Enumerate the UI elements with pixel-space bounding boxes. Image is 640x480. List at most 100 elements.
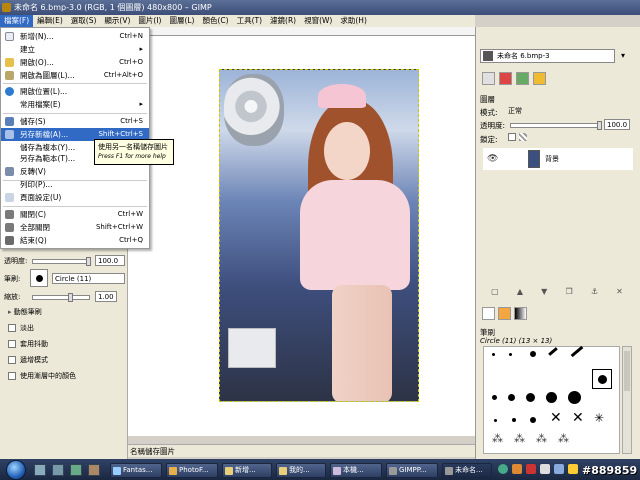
layer-opacity-slider[interactable] <box>510 121 602 130</box>
raise-layer-icon[interactable]: ▲ <box>517 287 523 299</box>
layer-opacity-thumb[interactable] <box>597 121 602 130</box>
tray-security-icon[interactable] <box>526 464 536 474</box>
menu-help[interactable]: 求助(H) <box>336 15 371 27</box>
taskbar-item[interactable]: GIMPP... <box>386 463 438 478</box>
brush-swatch[interactable] <box>570 345 584 358</box>
brush-swatch[interactable]: ✕ <box>550 411 562 425</box>
taskbar-item[interactable]: 新增... <box>222 463 272 478</box>
quicklaunch-switch-icon[interactable] <box>52 464 64 476</box>
channels-tab-icon[interactable] <box>499 72 512 85</box>
brush-swatch[interactable]: ⁂ <box>514 433 525 445</box>
gradient-color-checkbox[interactable] <box>8 372 16 380</box>
brush-swatch[interactable] <box>530 351 536 357</box>
lock-alpha-icon[interactable] <box>519 133 527 141</box>
menu-item-print[interactable]: 列印(P)... <box>1 178 149 191</box>
menu-item-open-as-layers[interactable]: 開啟為圖層(L)... Ctrl+Alt+O <box>1 69 149 82</box>
brush-swatch[interactable] <box>509 353 512 356</box>
menu-item-create[interactable]: 建立 ▸ <box>1 43 149 56</box>
brush-scrollbar-thumb[interactable] <box>624 351 630 391</box>
brush-swatch[interactable]: ✕ <box>572 411 584 425</box>
fade-checkbox[interactable] <box>8 324 16 332</box>
tray-volume-icon[interactable] <box>540 464 550 474</box>
menu-filters[interactable]: 濾鏡(R) <box>266 15 300 27</box>
layer-row[interactable]: 👁 背景 <box>483 148 633 170</box>
brush-swatch[interactable]: ⁂ <box>492 433 503 445</box>
layer-opacity-field[interactable]: 100.0 <box>604 119 630 130</box>
menu-file[interactable]: 檔案(F) <box>0 15 34 27</box>
image-selector[interactable]: 未命名 6.bmp-3 <box>480 49 615 63</box>
brushes-tab-icon[interactable] <box>482 307 495 320</box>
opacity-field[interactable]: 100.0 <box>95 255 125 266</box>
brush-swatch[interactable] <box>546 392 557 403</box>
brush-swatch[interactable] <box>568 391 581 404</box>
brush-swatch[interactable] <box>548 347 558 356</box>
taskbar-item[interactable]: 我的... <box>276 463 326 478</box>
opacity-slider[interactable] <box>32 257 91 266</box>
jitter-checkbox[interactable] <box>8 340 16 348</box>
layers-tab-icon[interactable] <box>482 72 495 85</box>
eye-icon[interactable]: 👁 <box>487 154 498 164</box>
menu-view[interactable]: 顯示(V) <box>100 15 134 27</box>
menu-item-quit[interactable]: 結束(Q) Ctrl+Q <box>1 234 149 247</box>
brush-swatch[interactable] <box>492 395 497 400</box>
brush-swatch[interactable]: ✳ <box>594 411 604 425</box>
menu-layer[interactable]: 圖層(L) <box>165 15 198 27</box>
photo-image[interactable] <box>219 69 419 402</box>
lock-pixels-checkbox[interactable] <box>508 133 516 141</box>
brush-swatch[interactable] <box>526 393 535 402</box>
menu-colors[interactable]: 顏色(C) <box>198 15 232 27</box>
gradients-tab-icon[interactable] <box>514 307 527 320</box>
taskbar-item-active[interactable]: 未命名... <box>442 463 492 478</box>
menu-item-new[interactable]: 新增(N)... Ctrl+N <box>1 30 149 43</box>
brush-preview[interactable] <box>30 269 48 287</box>
start-button[interactable] <box>6 460 26 480</box>
quicklaunch-media-icon[interactable] <box>70 464 82 476</box>
quicklaunch-desktop-icon[interactable] <box>34 464 46 476</box>
menu-item-recent[interactable]: 常用檔案(E) ▸ <box>1 98 149 111</box>
menu-item-page-setup[interactable]: 頁面設定(U) <box>1 191 149 204</box>
brush-name-field[interactable]: Circle (11) <box>52 273 125 284</box>
brush-swatch[interactable] <box>530 417 536 423</box>
menu-item-revert[interactable]: 反轉(V) <box>1 165 149 178</box>
menu-windows[interactable]: 視窗(W) <box>300 15 336 27</box>
menu-item-close[interactable]: 關閉(C) Ctrl+W <box>1 208 149 221</box>
dynamics-toggle[interactable]: ▸ 動態筆刷 <box>8 306 42 318</box>
menu-edit[interactable]: 編輯(E) <box>33 15 67 27</box>
tray-messenger-icon[interactable] <box>568 464 578 474</box>
lower-layer-icon[interactable]: ▼ <box>541 287 547 299</box>
mode-select[interactable]: 正常 <box>508 106 630 117</box>
scale-slider-thumb[interactable] <box>68 293 73 302</box>
menu-tools[interactable]: 工具(T) <box>233 15 266 27</box>
menu-item-open[interactable]: 開啟(O)... Ctrl+O <box>1 56 149 69</box>
menu-image[interactable]: 圖片(I) <box>134 15 165 27</box>
brush-swatch[interactable] <box>512 418 516 422</box>
scale-field[interactable]: 1.00 <box>95 291 117 302</box>
patterns-tab-icon[interactable] <box>498 307 511 320</box>
delete-layer-icon[interactable]: ✕ <box>616 287 623 299</box>
brush-swatch[interactable] <box>508 394 515 401</box>
menu-item-open-location[interactable]: 開啟位置(L)... <box>1 85 149 98</box>
tray-app-icon[interactable] <box>512 464 522 474</box>
quicklaunch-browser-icon[interactable] <box>88 464 100 476</box>
chevron-down-icon[interactable]: ▾ <box>617 49 629 63</box>
horizontal-ruler[interactable] <box>150 27 475 36</box>
taskbar-item[interactable]: 本機... <box>330 463 382 478</box>
tray-display-icon[interactable] <box>554 464 564 474</box>
brush-swatch[interactable]: ⁂ <box>558 433 569 445</box>
opacity-slider-thumb[interactable] <box>86 257 91 266</box>
brush-swatch[interactable] <box>494 419 497 422</box>
scale-slider[interactable] <box>32 293 90 302</box>
taskbar-item[interactable]: PhotoF... <box>166 463 218 478</box>
incremental-checkbox[interactable] <box>8 356 16 364</box>
brush-scrollbar[interactable] <box>622 346 632 454</box>
selected-brush[interactable] <box>592 369 612 389</box>
taskbar-item[interactable]: Fantas... <box>110 463 162 478</box>
paths-tab-icon[interactable] <box>516 72 529 85</box>
brush-grid[interactable]: ✕ ✕ ✳ ⁂ ⁂ ⁂ ⁂ <box>483 345 620 454</box>
new-layer-icon[interactable]: ▢ <box>491 287 499 299</box>
menu-item-save[interactable]: 儲存(S) Ctrl+S <box>1 115 149 128</box>
brush-swatch[interactable] <box>492 353 495 356</box>
undo-tab-icon[interactable] <box>533 72 546 85</box>
tray-network-icon[interactable] <box>498 464 508 474</box>
brush-swatch[interactable]: ⁂ <box>536 433 547 445</box>
